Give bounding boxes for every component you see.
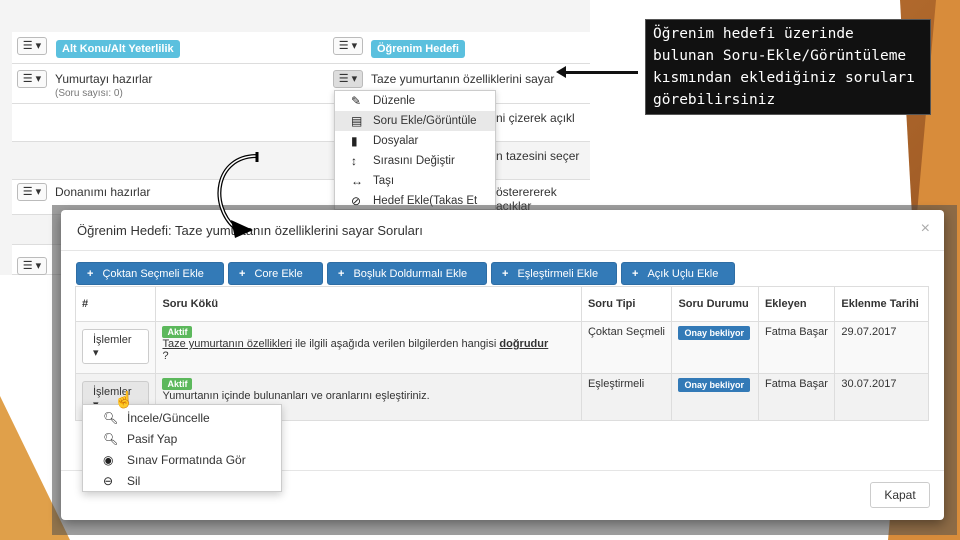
author-cell: Fatma Başar bbox=[757, 321, 836, 374]
author-cell: Fatma Başar bbox=[757, 373, 836, 421]
type-cell: Eşleştirmeli bbox=[580, 373, 673, 421]
col-header: Soru Tipi bbox=[580, 286, 673, 322]
row-menu-button[interactable]: ☰ ▾ bbox=[17, 257, 47, 275]
add-open-ended-button[interactable]: + Açık Uçlu Ekle bbox=[621, 262, 735, 285]
row-menu-button[interactable]: ☰ ▾ bbox=[17, 70, 47, 88]
table-header-row: # Soru Kökü Soru Tipi Soru Durumu Ekleye… bbox=[74, 286, 929, 322]
date-cell: 30.07.2017 bbox=[834, 373, 929, 421]
menu-item-delete[interactable]: ⊖ Sil bbox=[83, 471, 281, 492]
menu-item-files[interactable]: ▮ Dosyalar bbox=[335, 131, 495, 151]
stem-cell: Aktif Taze yumurtanın özellikleri ile il… bbox=[155, 321, 582, 374]
col-header: Ekleyen bbox=[757, 286, 836, 322]
col-header: Soru Durumu bbox=[671, 286, 759, 322]
bg-row-title: Yumurtayı hazırlar bbox=[55, 72, 153, 86]
date-cell: 29.07.2017 bbox=[834, 321, 929, 374]
move-icon: ↔ bbox=[351, 174, 363, 188]
questions-table: # Soru Kökü Soru Tipi Soru Durumu Ekleye… bbox=[74, 286, 929, 421]
plus-icon: + bbox=[239, 268, 246, 280]
add-matching-button[interactable]: + Eşleştirmeli Ekle bbox=[491, 262, 617, 285]
callout-arrow-head bbox=[556, 66, 566, 78]
stem-text: ile ilgili aşağıda verilen bilgilerden h… bbox=[292, 338, 500, 350]
bg-row-sub: (Soru sayısı: 0) bbox=[55, 88, 123, 99]
col1-header-label: Alt Konu/Alt Yeterlilik bbox=[56, 40, 180, 58]
close-icon[interactable]: × bbox=[921, 220, 930, 238]
col-header: # bbox=[74, 286, 157, 322]
plus-icon: + bbox=[338, 268, 345, 280]
search-icon: 🔍︎ bbox=[103, 432, 119, 446]
row-menu-button[interactable]: ☰ ▾ bbox=[17, 183, 47, 201]
callout-box: Öğrenim hedefi üzerinde bulunan Soru-Ekl… bbox=[645, 19, 931, 115]
pencil-icon: ✎ bbox=[351, 94, 362, 108]
bg-row-right: Taze yumurtanın özelliklerini sayar bbox=[371, 72, 555, 86]
search-icon: 🔍︎ bbox=[103, 411, 119, 425]
bg-row-right: ni çizerek açıkl bbox=[496, 111, 575, 125]
table-row: İşlemler ▾ Aktif Taze yumurtanın özellik… bbox=[74, 321, 929, 374]
callout-arrow bbox=[560, 71, 638, 74]
row-menu-button[interactable]: ☰ ▾ bbox=[17, 37, 47, 55]
stem-text: Yumurtanın içinde bulunanları ve oranlar… bbox=[162, 390, 430, 402]
row-menu-button-active[interactable]: ☰ ▾ bbox=[333, 70, 363, 88]
state-badge: Onay bekliyor bbox=[678, 326, 750, 340]
state-cell: Onay bekliyor bbox=[671, 321, 759, 374]
eye-icon: ◉ bbox=[103, 453, 114, 467]
state-cell: Onay bekliyor bbox=[671, 373, 759, 421]
menu-item-view-update[interactable]: 🔍︎ İncele/Güncelle bbox=[83, 408, 281, 429]
curved-arrow-icon bbox=[217, 152, 259, 238]
stem-bold: doğrudur bbox=[499, 338, 549, 350]
menu-item-reorder[interactable]: ↕ Sırasını Değiştir bbox=[335, 151, 495, 171]
col-header: Eklenme Tarihi bbox=[834, 286, 929, 322]
plus-icon: + bbox=[632, 268, 639, 280]
stem-end: ? bbox=[162, 350, 169, 362]
plus-icon: + bbox=[502, 268, 509, 280]
actions-dropdown-button[interactable]: İşlemler ▾ bbox=[82, 329, 150, 364]
add-core-button[interactable]: + Core Ekle bbox=[228, 262, 323, 285]
plus-icon: + bbox=[87, 268, 94, 280]
menu-item-deactivate[interactable]: 🔍︎ Pasif Yap bbox=[83, 429, 281, 450]
add-multiple-choice-button[interactable]: + Çoktan Seçmeli Ekle bbox=[76, 262, 224, 285]
status-badge: Aktif bbox=[162, 326, 193, 338]
sort-icon: ↕ bbox=[351, 154, 357, 168]
type-cell: Çoktan Seçmeli bbox=[580, 321, 673, 374]
divider bbox=[61, 250, 944, 251]
col2-header-label: Öğrenim Hedefi bbox=[371, 40, 465, 58]
row-actions-menu: 🔍︎ İncele/Güncelle 🔍︎ Pasif Yap ◉ Sınav For… bbox=[82, 404, 282, 492]
row-menu-button[interactable]: ☰ ▾ bbox=[333, 37, 363, 55]
col-header: Soru Kökü bbox=[155, 286, 582, 322]
close-button[interactable]: Kapat bbox=[870, 482, 930, 508]
folder-icon: ▮ bbox=[351, 134, 358, 148]
menu-item-exam-view[interactable]: ◉ Sınav Formatında Gör bbox=[83, 450, 281, 471]
minus-circle-icon: ⊖ bbox=[103, 474, 114, 488]
hand-cursor-icon: ☝ bbox=[114, 392, 134, 409]
status-badge: Aktif bbox=[162, 378, 193, 390]
stem-link[interactable]: Taze yumurtanın özellikleri bbox=[162, 338, 292, 350]
add-fill-blank-button[interactable]: + Boşluk Doldurmalı Ekle bbox=[327, 262, 487, 285]
menu-item-edit[interactable]: ✎ Düzenle bbox=[335, 91, 495, 111]
document-icon: ▤ bbox=[351, 114, 363, 128]
bg-row-right: n tazesini seçer bbox=[496, 149, 580, 163]
state-badge: Onay bekliyor bbox=[678, 378, 750, 392]
bg-row-title: Donanımı hazırlar bbox=[55, 185, 151, 199]
menu-item-add-view-question[interactable]: ▤ Soru Ekle/Görüntüle bbox=[335, 111, 495, 131]
background-context-menu: ✎ Düzenle ▤ Soru Ekle/Görüntüle ▮ Dosyalar … bbox=[334, 90, 496, 210]
menu-item-move[interactable]: ↔ Taşı bbox=[335, 171, 495, 191]
actions-cell: İşlemler ▾ bbox=[74, 321, 157, 374]
